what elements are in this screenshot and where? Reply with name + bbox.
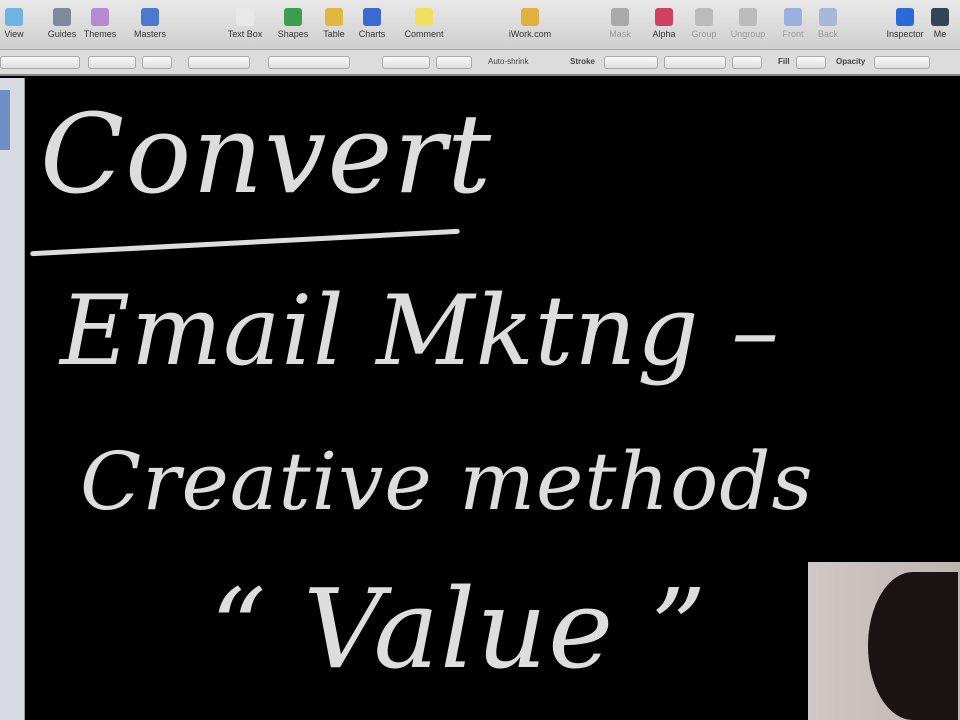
toolbar-button-view[interactable]: View: [0, 8, 36, 39]
toolbar-button-alpha[interactable]: Alpha: [642, 8, 686, 39]
webcam-overlay: [808, 562, 960, 720]
color-well[interactable]: [142, 56, 172, 69]
toolbar-button-label: Alpha: [652, 29, 676, 39]
toolbar-button-group[interactable]: Group: [682, 8, 726, 39]
toolbar-button-label: View: [4, 29, 24, 39]
toolbar-button-mask[interactable]: Mask: [598, 8, 642, 39]
opacity-select[interactable]: [874, 56, 930, 69]
view-icon: [5, 8, 23, 26]
toolbar-button-label: Comment: [404, 29, 444, 39]
toolbar-button-label: Themes: [83, 29, 117, 39]
toolbar-button-text-box[interactable]: Text Box: [223, 8, 267, 39]
toolbar: View Guides Themes Masters Text Box Shapes Tab…: [0, 0, 960, 50]
toolbar-button-iwork-com[interactable]: iWork.com: [508, 8, 552, 39]
toolbar-button-themes[interactable]: Themes: [78, 8, 122, 39]
format-bar: Auto-shrink Stroke Fill Opacity: [0, 50, 960, 76]
slide-line-1: Email Mktng –: [60, 275, 781, 387]
back-icon: [819, 8, 837, 26]
stroke-label: Stroke: [570, 57, 595, 66]
inspector-icon: [896, 8, 914, 26]
toolbar-button-label: Mask: [609, 29, 631, 39]
toolbar-button-back[interactable]: Back: [806, 8, 850, 39]
stroke-style-select[interactable]: [604, 56, 658, 69]
masters-icon: [141, 8, 159, 26]
table-icon: [325, 8, 343, 26]
toolbar-button-shapes[interactable]: Shapes: [271, 8, 315, 39]
toolbar-button-label: Back: [817, 29, 838, 39]
slide-navigator[interactable]: [0, 78, 25, 720]
opacity-label: Opacity: [836, 57, 866, 66]
themes-icon: [91, 8, 109, 26]
toolbar-button-label: Charts: [358, 29, 386, 39]
toolbar-button-label: Shapes: [277, 29, 309, 39]
fill-color-well[interactable]: [796, 56, 826, 69]
toolbar-button-label: Front: [782, 29, 804, 39]
charts-icon: [363, 8, 381, 26]
toolbar-button-me[interactable]: Me: [918, 8, 960, 39]
shapes-icon: [284, 8, 302, 26]
fill-label: Fill: [778, 57, 790, 66]
toolbar-button-label: Group: [691, 29, 717, 39]
style-buttons[interactable]: [188, 56, 250, 69]
toolbar-button-label: Guides: [47, 29, 77, 39]
iwork-com-icon: [521, 8, 539, 26]
toolbar-button-label: Text Box: [227, 29, 263, 39]
toolbar-button-charts[interactable]: Charts: [350, 8, 394, 39]
font-select[interactable]: [0, 56, 80, 69]
text-box-icon: [236, 8, 254, 26]
comment-icon: [415, 8, 433, 26]
alpha-icon: [655, 8, 673, 26]
guides-icon: [53, 8, 71, 26]
size-select[interactable]: [88, 56, 136, 69]
stroke-width-select[interactable]: [664, 56, 726, 69]
ungroup-icon: [739, 8, 757, 26]
toolbar-button-label: Me: [933, 29, 947, 39]
columns-select[interactable]: [436, 56, 472, 69]
slide-title: Convert: [40, 90, 493, 218]
toolbar-button-label: Ungroup: [730, 29, 766, 39]
me-icon: [931, 8, 949, 26]
slide-line-3: “ Value ”: [210, 565, 708, 693]
group-icon: [695, 8, 713, 26]
toolbar-button-comment[interactable]: Comment: [402, 8, 446, 39]
toolbar-button-label: iWork.com: [508, 29, 552, 39]
toolbar-button-label: Masters: [133, 29, 166, 39]
toolbar-button-label: Table: [323, 29, 345, 39]
spacing-select[interactable]: [382, 56, 430, 69]
presenter-image: [868, 572, 958, 720]
auto-shrink-checkbox[interactable]: Auto-shrink: [488, 57, 528, 66]
toolbar-button-ungroup[interactable]: Ungroup: [726, 8, 770, 39]
stroke-color-well[interactable]: [732, 56, 762, 69]
align-buttons[interactable]: [268, 56, 350, 69]
slide-line-2: Creative methods: [80, 435, 814, 528]
mask-icon: [611, 8, 629, 26]
front-icon: [784, 8, 802, 26]
slide-thumbnail[interactable]: [0, 90, 10, 150]
toolbar-button-masters[interactable]: Masters: [128, 8, 172, 39]
